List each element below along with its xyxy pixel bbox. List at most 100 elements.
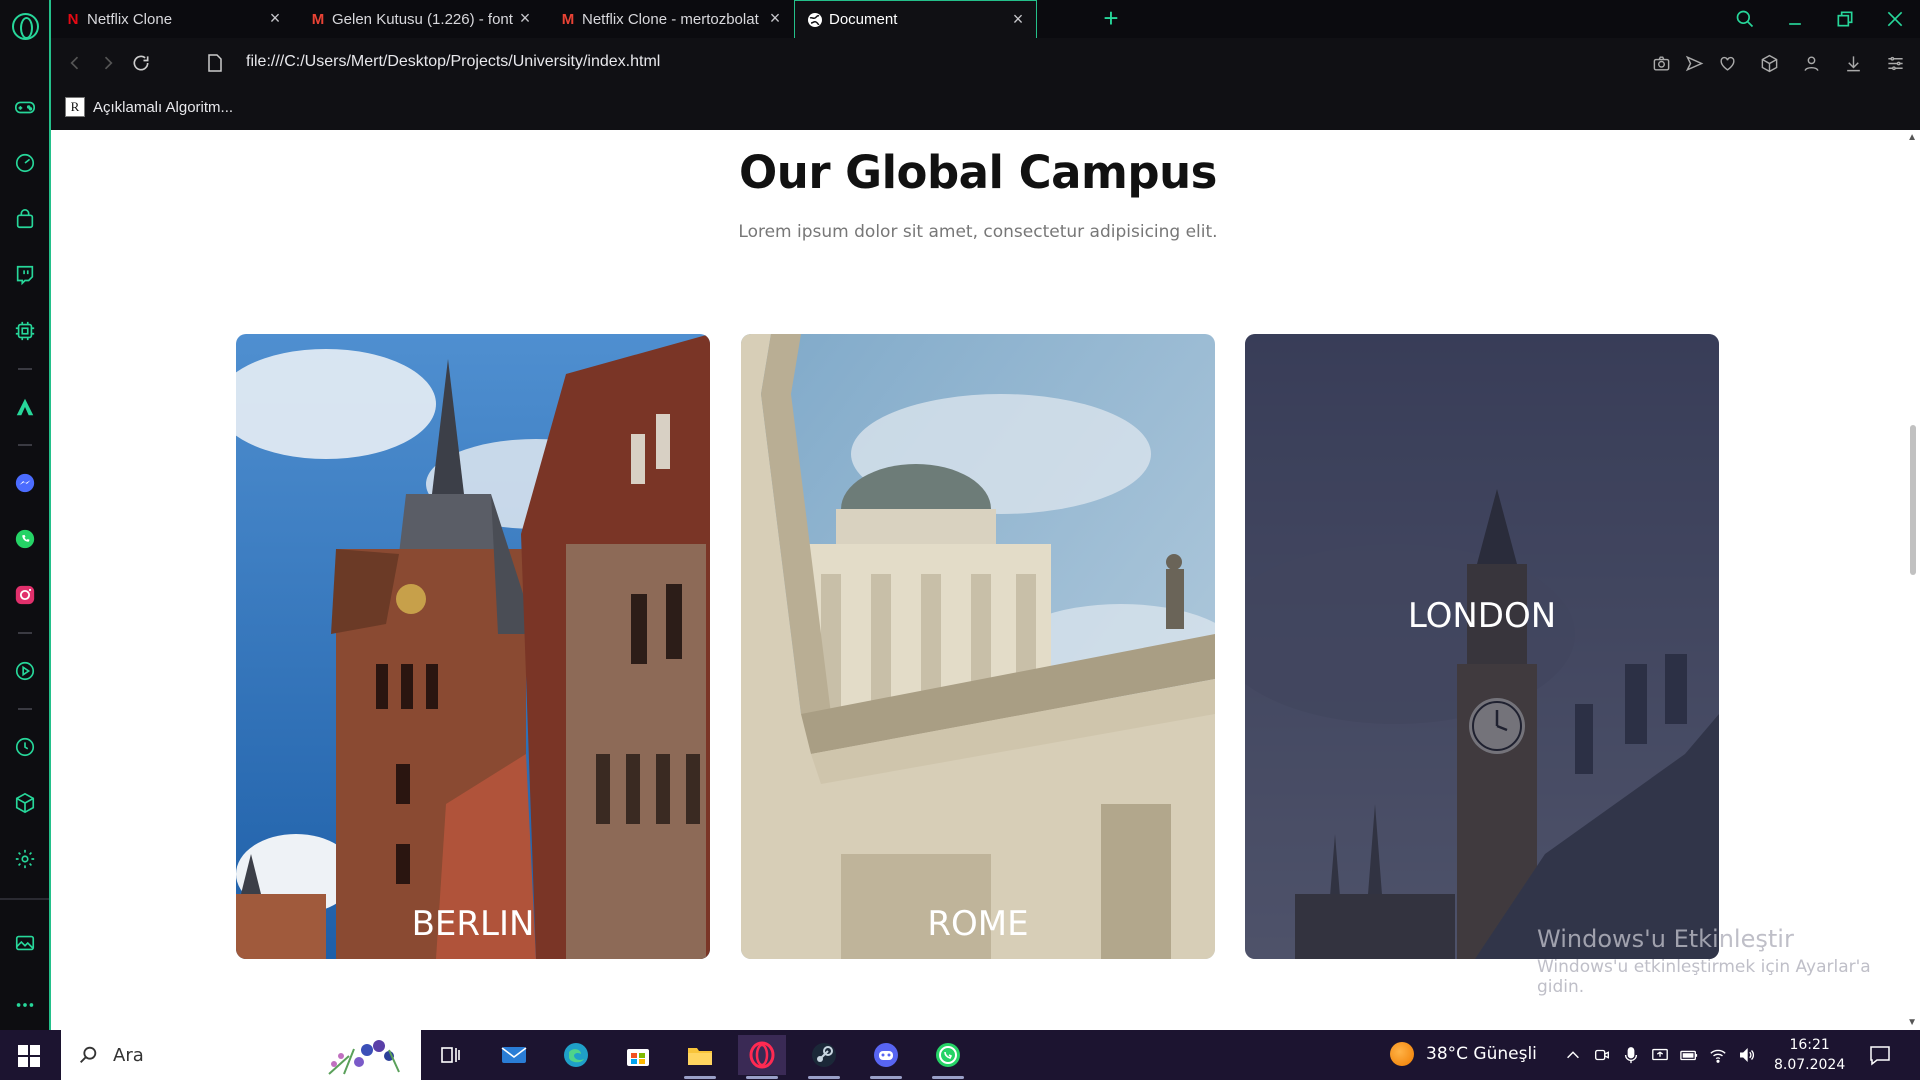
opera-sidebar (0, 0, 51, 1030)
campus-name: ROME (927, 904, 1029, 944)
more-options-icon[interactable] (12, 992, 38, 1018)
close-icon[interactable]: × (267, 9, 283, 27)
taskbar-search-box[interactable]: Ara (61, 1030, 421, 1080)
campus-name: LONDON (1407, 596, 1557, 636)
bookmark-item[interactable]: R Açıklamalı Algoritm... (65, 97, 233, 117)
cpu-icon[interactable] (12, 318, 38, 344)
aria-ai-icon[interactable] (12, 394, 38, 420)
send-icon[interactable] (1683, 52, 1705, 74)
back-button[interactable] (62, 50, 88, 76)
scroll-up-arrow-icon[interactable]: ▲ (1907, 132, 1917, 143)
bookmark-favicon-icon: R (65, 97, 85, 117)
scrollbar-thumb[interactable] (1910, 425, 1916, 575)
taskbar-clock[interactable]: 16:21 8.07.2024 (1774, 1035, 1845, 1075)
close-window-button[interactable] (1877, 4, 1913, 34)
section-subtitle: Lorem ipsum dolor sit amet, consectetur … (738, 222, 1218, 242)
close-icon[interactable]: × (517, 9, 533, 27)
speedometer-icon[interactable] (12, 150, 38, 176)
new-tab-button[interactable]: + (1097, 3, 1125, 33)
steam-icon[interactable] (800, 1035, 848, 1079)
page-viewport: Our Global Campus Lorem ipsum dolor sit … (51, 130, 1920, 1030)
download-icon[interactable] (1842, 52, 1864, 74)
sun-icon (1390, 1042, 1414, 1066)
meet-now-icon[interactable] (1592, 1045, 1612, 1065)
profile-icon[interactable] (1800, 52, 1822, 74)
campus-card-berlin[interactable]: BERLIN (236, 334, 710, 959)
tab-gmail-netflix[interactable]: M Netflix Clone - mertozbolat × (548, 0, 793, 38)
page-scrollbar[interactable]: ▲ ▼ (1905, 130, 1920, 1030)
wifi-icon[interactable] (1708, 1045, 1728, 1065)
snapshot-camera-icon[interactable] (1650, 52, 1672, 74)
bookmark-label: Açıklamalı Algoritm... (93, 98, 234, 116)
volume-icon[interactable] (1737, 1045, 1757, 1065)
tab-document[interactable]: Document × (794, 0, 1037, 38)
weather-text: 38°C Güneşli (1426, 1044, 1537, 1064)
battery-icon[interactable] (1679, 1045, 1699, 1065)
card-hover-overlay (1245, 334, 1719, 959)
minimize-button[interactable] (1777, 4, 1813, 34)
weather-widget[interactable]: 38°C Güneşli (1390, 1042, 1537, 1066)
gallery-icon[interactable] (12, 930, 38, 956)
section-title: Our Global Campus (739, 146, 1217, 199)
discord-icon[interactable] (862, 1035, 910, 1079)
instagram-icon[interactable] (12, 582, 38, 608)
url-input[interactable]: file:///C:/Users/Mert/Desktop/Projects/U… (246, 53, 660, 71)
campus-card-london[interactable]: LONDON (1245, 334, 1719, 959)
tab-title: Document (829, 11, 898, 28)
restore-button[interactable] (1827, 4, 1863, 34)
microsoft-store-icon[interactable] (614, 1035, 662, 1075)
tab-title: Netflix Clone - mertozbolat (582, 10, 759, 28)
bookmarks-bar: R Açıklamalı Algoritm... (51, 88, 1920, 130)
extensions-cube-icon[interactable] (12, 790, 38, 816)
berlin-photo (236, 334, 710, 959)
gamepad-icon[interactable] (12, 94, 38, 120)
clock-time: 16:21 (1789, 1037, 1830, 1053)
tray-overflow-chevron-icon[interactable] (1563, 1045, 1583, 1065)
clock-date: 8.07.2024 (1774, 1057, 1846, 1073)
windows-start-icon[interactable] (18, 1045, 40, 1067)
screen-share-icon[interactable] (1650, 1045, 1670, 1065)
microphone-icon[interactable] (1621, 1045, 1641, 1065)
opera-gx-icon[interactable] (738, 1035, 786, 1079)
extensions-icon[interactable] (1758, 52, 1780, 74)
whatsapp-desktop-icon[interactable] (924, 1035, 972, 1079)
search-highlight-flowers-icon (328, 1040, 400, 1075)
gmail-icon: M (311, 10, 325, 28)
sidebar-divider (18, 444, 32, 446)
tab-netflix-clone[interactable]: N Netflix Clone × (53, 0, 293, 38)
search-placeholder: Ara (113, 1044, 144, 1066)
globe-icon (807, 12, 823, 28)
shopping-bag-icon[interactable] (12, 206, 38, 232)
messenger-icon[interactable] (12, 470, 38, 496)
address-bar: file:///C:/Users/Mert/Desktop/Projects/U… (51, 38, 1920, 88)
forward-button[interactable] (95, 50, 121, 76)
notification-center-icon[interactable] (1868, 1043, 1892, 1067)
mail-app-icon[interactable] (490, 1035, 538, 1075)
task-view-icon[interactable] (426, 1035, 474, 1075)
search-tabs-icon[interactable] (1727, 4, 1763, 34)
sidebar-divider (0, 898, 49, 900)
scroll-down-arrow-icon[interactable]: ▼ (1907, 1017, 1917, 1028)
edge-browser-icon[interactable] (552, 1035, 600, 1075)
campus-card-rome[interactable]: ROME (741, 334, 1215, 959)
player-icon[interactable] (12, 658, 38, 684)
opera-logo-icon[interactable] (12, 13, 39, 40)
heart-icon[interactable] (1716, 52, 1738, 74)
file-page-icon (208, 54, 222, 72)
watermark-title: Windows'u Etkinleştir (1537, 925, 1794, 953)
easy-setup-icon[interactable] (1884, 52, 1906, 74)
windows-taskbar: Ara 38°C Güneşli 16:21 8.07.2024 (0, 1030, 1920, 1080)
reload-button[interactable] (128, 50, 154, 76)
watermark-message: Windows'u etkinleştirmek için Ayarlar'a … (1537, 957, 1871, 997)
whatsapp-icon[interactable] (12, 526, 38, 552)
close-icon[interactable]: × (767, 9, 783, 27)
windows-activation-watermark: Windows'u Etkinleştir Windows'u etkinleş… (1537, 925, 1920, 997)
twitch-icon[interactable] (12, 262, 38, 288)
history-icon[interactable] (12, 734, 38, 760)
close-icon[interactable]: × (1010, 10, 1026, 28)
rome-photo (741, 334, 1215, 959)
file-explorer-icon[interactable] (676, 1035, 724, 1079)
tab-title: Netflix Clone (87, 10, 173, 28)
settings-gear-icon[interactable] (12, 846, 38, 872)
tab-gmail-inbox[interactable]: M Gelen Kutusu (1.226) - font × (298, 0, 543, 38)
